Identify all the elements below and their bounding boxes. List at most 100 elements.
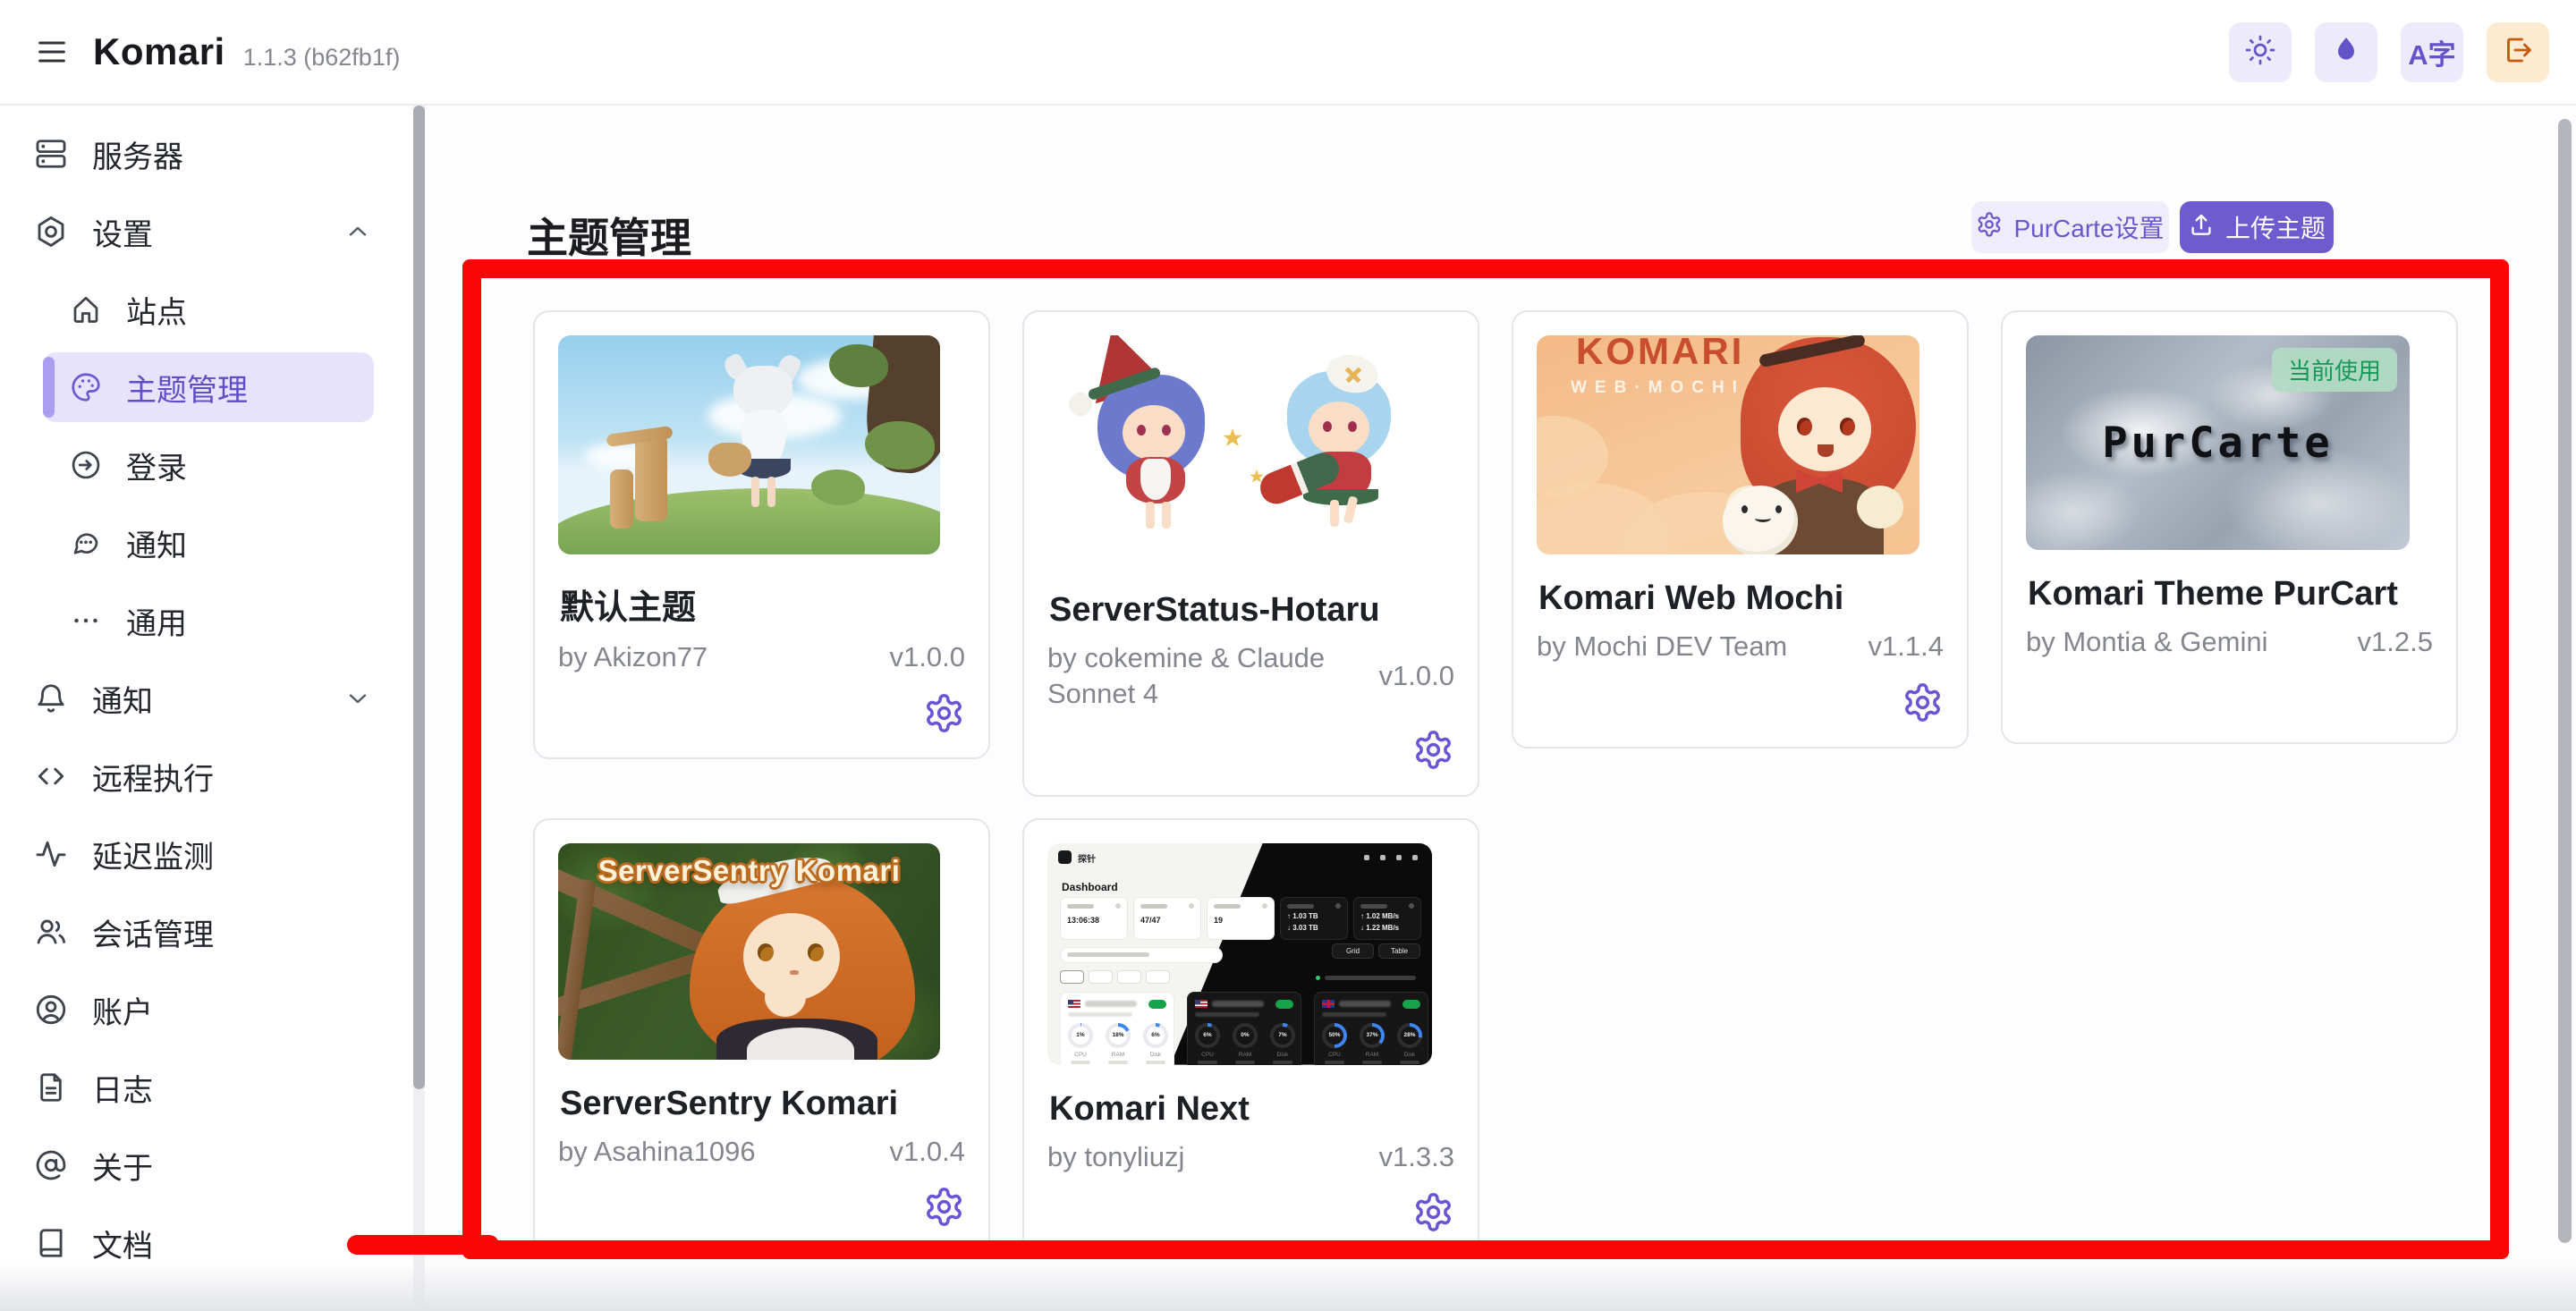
sidebar: 服务器 设置 站点 主题管理 登录 通知 通用 通知	[0, 106, 413, 1311]
ellipsis-icon	[70, 605, 102, 637]
purcarte-settings-button[interactable]: PurCarte设置	[1971, 201, 2169, 253]
theme-settings-gear-icon[interactable]	[923, 1186, 965, 1228]
theme-name: 默认主题	[560, 579, 965, 629]
preview-server-card: 50% 37% 28% CPU RAM Disk	[1314, 992, 1428, 1065]
sidebar-item-docs[interactable]: 文档	[34, 1208, 377, 1278]
bell-icon	[34, 681, 68, 715]
sidebar-scrollbar-track	[413, 106, 425, 1311]
theme-version: v1.3.3	[1379, 1141, 1454, 1173]
theme-card-mochi: KOMARI WEB·MOCHI Komari Web Mochi by Moc…	[1512, 310, 1969, 749]
users-icon	[34, 915, 68, 949]
theme-author: by Montia & Gemini	[2026, 624, 2358, 660]
hamburger-menu-icon[interactable]	[27, 27, 77, 77]
sidebar-item-remote-exec[interactable]: 远程执行	[34, 741, 377, 811]
chat-bubble-icon	[70, 527, 102, 559]
current-theme-badge: 当前使用	[2272, 348, 2397, 392]
code-icon	[34, 759, 68, 793]
sidebar-item-site[interactable]: 站点	[43, 275, 374, 344]
preview-grid-toggle: Grid	[1332, 943, 1374, 959]
upload-theme-button[interactable]: 上传主题	[2180, 201, 2334, 253]
theme-name: Komari Next	[1049, 1090, 1454, 1129]
theme-card-purcarte: 当前使用 PurCarte Komari Theme PurCart by Mo…	[2001, 310, 2458, 744]
pulse-icon	[34, 837, 68, 871]
logout-button[interactable]	[2487, 22, 2549, 82]
theme-name: ServerSentry Komari	[560, 1085, 965, 1123]
theme-settings-gear-icon[interactable]	[1902, 681, 1944, 723]
preview-app-name: 探针	[1078, 851, 1096, 865]
theme-name: Komari Web Mochi	[1538, 579, 1944, 618]
theme-preview-image: 探针 Dashboard 13:06:38 47/47 19 ↑ 1.03 TB…	[1047, 843, 1432, 1065]
sidebar-item-logs[interactable]: 日志	[34, 1053, 377, 1122]
home-icon	[70, 293, 102, 326]
sidebar-item-settings[interactable]: 设置	[34, 197, 377, 266]
theme-card-grid: 默认主题 by Akizon77 v1.0.0	[533, 310, 2462, 1259]
theme-preview-image	[1047, 335, 1445, 566]
file-text-icon	[34, 1070, 68, 1104]
preview-brand-text: ServerSentry Komari	[558, 854, 940, 888]
sidebar-item-notification-settings[interactable]: 通知	[43, 508, 374, 578]
logout-icon	[2502, 34, 2534, 71]
palette-icon	[70, 371, 102, 403]
theme-name: ServerStatus-Hotaru	[1049, 591, 1454, 630]
theme-card-serversentry: ServerSentry Komari ServerSentry Komari …	[533, 818, 990, 1254]
user-circle-icon	[34, 993, 68, 1027]
book-icon	[34, 1226, 68, 1260]
sidebar-scrollbar-thumb[interactable]	[413, 106, 425, 1089]
language-button[interactable]: A字	[2401, 22, 2463, 82]
page-scrollbar-thumb[interactable]	[2558, 119, 2572, 1243]
theme-version: v1.0.0	[1379, 660, 1454, 692]
sidebar-item-theme-management[interactable]: 主题管理	[43, 352, 374, 422]
top-bar: Komari 1.1.3 (b62fb1f) A字	[0, 0, 2576, 106]
main-content: 主题管理 PurCarte设置 上传主题	[425, 106, 2576, 1311]
theme-version: v1.0.0	[890, 641, 965, 673]
app-version: 1.1.3 (b62fb1f)	[243, 44, 401, 72]
preview-sub-text: WEB·MOCHI	[1571, 378, 1745, 398]
login-arrow-icon	[70, 449, 102, 481]
sidebar-item-about[interactable]: 关于	[34, 1130, 377, 1200]
theme-name: Komari Theme PurCart	[2028, 575, 2433, 613]
theme-card-komari-next: 探针 Dashboard 13:06:38 47/47 19 ↑ 1.03 TB…	[1022, 818, 1479, 1259]
theme-preview-image: 当前使用 PurCarte	[2026, 335, 2410, 550]
theme-author: by Asahina1096	[558, 1134, 890, 1170]
appearance-button[interactable]	[2315, 22, 2377, 82]
settings-nut-icon	[34, 215, 68, 249]
theme-preview-image: KOMARI WEB·MOCHI	[1537, 335, 1919, 554]
theme-toggle-button[interactable]	[2229, 22, 2292, 82]
at-sign-icon	[34, 1148, 68, 1182]
chevron-up-icon	[343, 217, 372, 246]
theme-settings-gear-icon[interactable]	[1412, 729, 1454, 771]
sidebar-item-account[interactable]: 账户	[34, 975, 377, 1045]
translate-icon: A字	[2408, 32, 2455, 72]
theme-version: v1.0.4	[890, 1136, 965, 1168]
server-icon	[34, 137, 68, 171]
theme-preview-image	[558, 335, 940, 554]
theme-settings-gear-icon[interactable]	[1412, 1191, 1454, 1233]
droplet-icon	[2330, 34, 2362, 71]
sidebar-item-login[interactable]: 登录	[43, 430, 374, 500]
sidebar-item-general[interactable]: 通用	[43, 586, 374, 656]
sun-icon	[2244, 34, 2276, 71]
preview-brand-text: PurCarte	[2102, 419, 2333, 468]
sidebar-item-session-management[interactable]: 会话管理	[34, 897, 377, 967]
preview-brand-text: KOMARI	[1576, 335, 1744, 373]
preview-server-card: 6% 0% 7% CPU RAM Disk	[1187, 992, 1301, 1065]
theme-version: v1.1.4	[1868, 630, 1944, 663]
theme-card-default: 默认主题 by Akizon77 v1.0.0	[533, 310, 990, 759]
komari-admin-page: Komari 1.1.3 (b62fb1f) A字 服务器 设置 站点 主题管理…	[0, 0, 2576, 1311]
sidebar-item-servers[interactable]: 服务器	[34, 119, 377, 189]
preview-table-toggle: Table	[1378, 943, 1420, 959]
preview-dashboard-heading: Dashboard	[1062, 881, 1118, 893]
theme-version: v1.2.5	[2358, 626, 2433, 658]
sidebar-item-latency-monitor[interactable]: 延迟监测	[34, 819, 377, 889]
theme-card-hotaru: ServerStatus-Hotaru by cokemine & Claude…	[1022, 310, 1479, 797]
chevron-down-icon	[343, 684, 372, 713]
gear-icon	[1976, 211, 2003, 244]
card-footer-empty	[2026, 676, 2433, 719]
upload-icon	[2188, 211, 2215, 244]
theme-author: by tonyliuzj	[1047, 1139, 1379, 1175]
app-title: Komari	[93, 30, 225, 73]
preview-server-card: 1% 18% 6% CPU RAM Disk	[1060, 992, 1174, 1065]
theme-settings-gear-icon[interactable]	[923, 692, 965, 734]
theme-author: by Mochi DEV Team	[1537, 629, 1868, 664]
sidebar-item-notifications[interactable]: 通知	[34, 664, 377, 733]
